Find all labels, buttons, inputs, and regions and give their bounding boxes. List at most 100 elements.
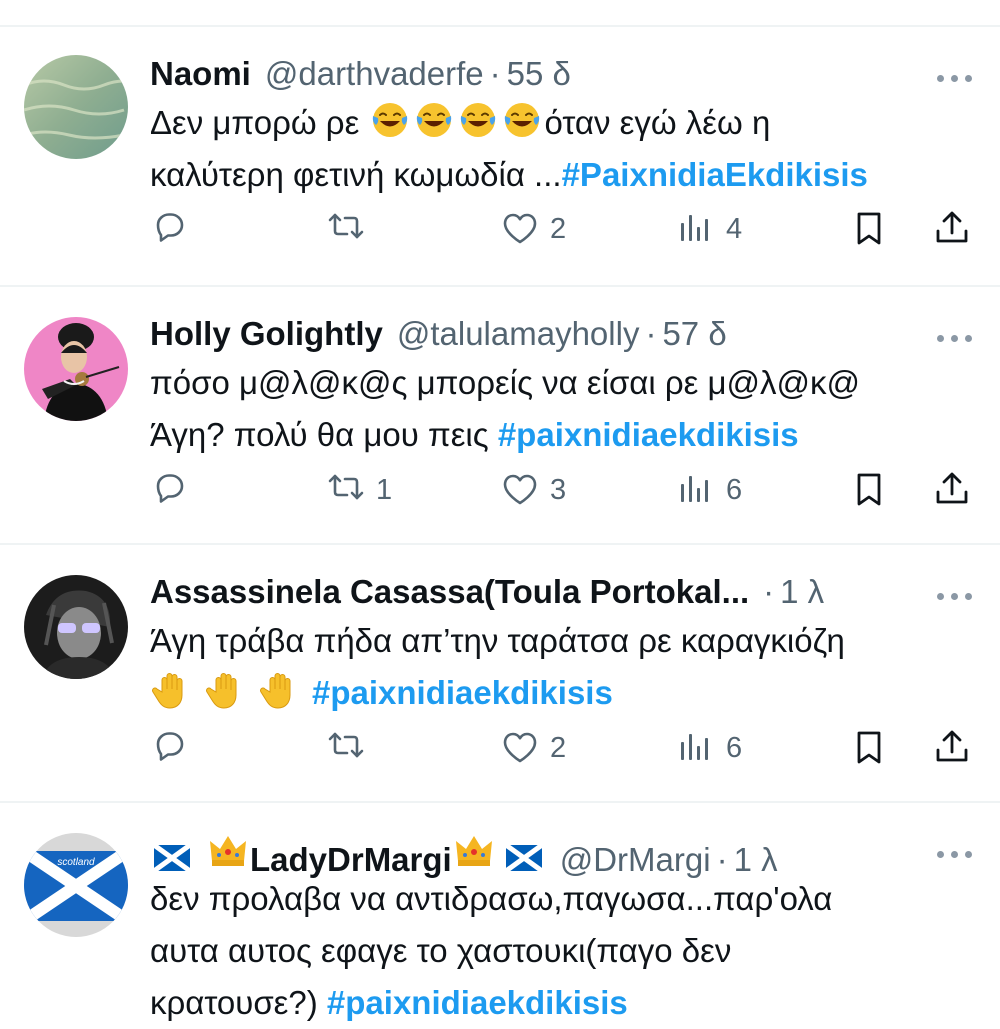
display-name[interactable]: Assassinela Casassa(Toula Portokal... [150,573,749,611]
reply-icon [156,213,184,242]
like-icon [503,732,537,763]
more-icon[interactable] [937,851,972,858]
bookmark-icon [857,731,881,764]
laughing-crying-emoji [372,102,409,138]
separator-dot: · [489,55,501,92]
text-line: κρατουσε?) [150,984,327,1021]
retweet-button[interactable] [326,204,376,254]
retweet-icon [328,213,364,239]
retweet-icon [328,474,364,500]
tweet-divider [0,285,1000,287]
tweet-header: LadyDrMargi @DrMargi · 1 λ [150,831,778,878]
share-button[interactable] [932,465,972,515]
timestamp[interactable]: 55 δ [507,55,571,93]
views-icon [681,476,708,502]
laughing-crying-emoji [460,102,497,138]
view-count: 6 [726,473,743,506]
separator-dot: · [645,315,657,352]
timestamp[interactable]: 57 δ [662,315,726,353]
bookmark-button[interactable] [850,465,890,515]
laughing-crying-emoji [504,102,541,138]
views-icon [681,215,708,241]
text-line: πόσο μ@λ@κ@ς μπορείς να είσαι ρε μ@λ@κ@ [150,364,861,401]
retweet-count: 1 [376,473,393,506]
share-icon [936,730,968,762]
more-icon[interactable] [937,335,972,342]
hashtag-link[interactable]: #paixnidiaekdikisis [498,416,799,453]
more-icon[interactable] [937,593,972,600]
hashtag-link[interactable]: #paixnidiaekdikisis [312,674,613,711]
like-count: 2 [550,731,567,764]
timestamp[interactable]: 1 λ [780,573,824,611]
tweet-divider [0,543,1000,545]
view-count: 4 [726,212,743,245]
top-divider [0,25,1000,27]
bookmark-button[interactable] [850,204,890,254]
raised-hand-emoji [206,673,237,709]
avatar[interactable]: scotland [24,833,128,937]
like-button[interactable]: 2 [500,204,566,254]
avatar-badge-text: scotland [57,857,95,868]
raised-hand-emoji [152,673,183,709]
tweet-header: Holly Golightly @talulamayholly · 57 δ [150,315,727,359]
like-button[interactable]: 3 [500,465,566,515]
bookmark-icon [857,212,881,245]
tweet-header: Assassinela Casassa(Toula Portokal... · … [150,573,824,617]
bookmark-icon [857,473,881,506]
like-button[interactable]: 2 [500,723,566,773]
text-line: αυτα αυτος εφαγε το χαστουκι(παγο δεν [150,932,732,969]
share-icon [936,211,968,243]
display-name[interactable]: Naomi [150,55,251,93]
like-count: 2 [550,212,567,245]
text-line: Άγη? πολύ θα μου πεις [150,416,498,453]
tweet-text: Άγη τράβα πήδα απ’την ταράτσα ρε καραγκι… [150,615,970,719]
laughing-crying-emoji [416,102,453,138]
views-button[interactable]: 4 [676,204,742,254]
retweet-button[interactable]: 1 [326,465,392,515]
crown-emoji [455,836,492,866]
text-line: όταν εγώ λέω η [544,104,771,141]
action-bar: 1 3 6 [150,465,990,515]
text-line: δεν προλαβα να αντιδρασω,παγωσα...παρ'ολ… [150,880,833,917]
avatar[interactable] [24,575,128,679]
hashtag-link[interactable]: #paixnidiaekdikisis [327,984,628,1021]
hashtag-link[interactable]: #PaixnidiaEkdikisis [562,156,868,193]
reply-button[interactable] [150,465,200,515]
tweet-text: Δεν μπορώ ρε όταν εγώ λέω η καλύτερη φετ… [150,97,970,201]
action-bar: 2 4 [150,204,990,254]
share-button[interactable] [932,204,972,254]
tweet-text: πόσο μ@λ@κ@ς μπορείς να είσαι ρε μ@λ@κ@ … [150,357,970,461]
tweet-text: δεν προλαβα να αντιδρασω,παγωσα...παρ'ολ… [150,873,970,1029]
handle[interactable]: @darthvaderfe [265,55,484,93]
bookmark-button[interactable] [850,723,890,773]
text-line: Άγη τράβα πήδα απ’την ταράτσα ρε καραγκι… [150,622,845,659]
reply-icon [156,474,184,503]
reply-button[interactable] [150,204,200,254]
tweet-header: Naomi @darthvaderfe · 55 δ [150,55,571,99]
scotland-flag-icon [506,845,542,871]
reply-icon [156,732,184,761]
display-name[interactable]: Holly Golightly [150,315,383,353]
views-button[interactable]: 6 [676,465,742,515]
text-line: καλύτερη φετινή κωμωδία ... [150,156,562,193]
raised-hand-emoji [260,673,291,709]
retweet-icon [328,732,364,758]
reply-button[interactable] [150,723,200,773]
view-count: 6 [726,731,743,764]
like-count: 3 [550,473,567,506]
crown-emoji [210,836,246,866]
like-icon [503,213,537,244]
share-button[interactable] [932,723,972,773]
more-icon[interactable] [937,75,972,82]
tweet-divider [0,801,1000,803]
handle[interactable]: @talulamayholly [397,315,640,353]
separator-dot: · [763,573,775,610]
action-bar: 2 6 [150,723,990,773]
avatar[interactable] [24,55,128,159]
avatar[interactable] [24,317,128,421]
text-line: Δεν μπορώ ρε [150,104,369,141]
retweet-button[interactable] [326,723,376,773]
like-icon [503,474,537,505]
views-button[interactable]: 6 [676,723,742,773]
share-icon [936,472,968,504]
